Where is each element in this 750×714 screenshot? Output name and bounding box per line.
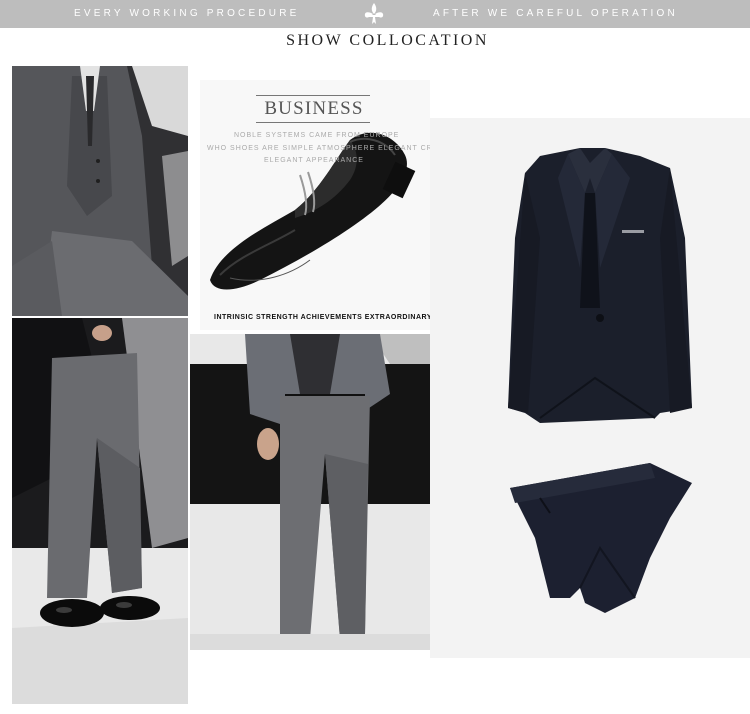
photo-plaid-jacket-trousers xyxy=(190,334,430,650)
business-rule-top xyxy=(256,95,370,96)
business-title: BUSINESS xyxy=(264,98,364,119)
section-title: SHOW COLLOCATION xyxy=(286,32,489,49)
banner-left-text: EVERY WORKING PROCEDURE xyxy=(74,8,300,19)
banner-right-text: AFTER WE CAREFUL OPERATION xyxy=(433,8,678,19)
business-rule-bottom xyxy=(256,122,370,123)
business-line-3: ELEGANT APPEARANCE xyxy=(264,157,364,164)
fleur-de-lis-icon xyxy=(364,3,384,24)
navy-suit-product-panel xyxy=(430,118,750,658)
business-line-1: NOBLE SYSTEMS CAME FROM EUROPE xyxy=(234,132,400,139)
photo-man-plaid-suit-top xyxy=(12,66,188,316)
business-tagline: INTRINSIC STRENGTH ACHIEVEMENTS EXTRAORD… xyxy=(214,314,432,321)
business-line-2: WHO SHOES ARE SIMPLE ATMOSPHERE ELEGANT … xyxy=(207,145,465,152)
top-banner: EVERY WORKING PROCEDURE AFTER WE CAREFUL… xyxy=(0,0,750,28)
navy-suit-jacket xyxy=(508,148,692,423)
photo-gray-trousers-shoes xyxy=(12,318,188,704)
